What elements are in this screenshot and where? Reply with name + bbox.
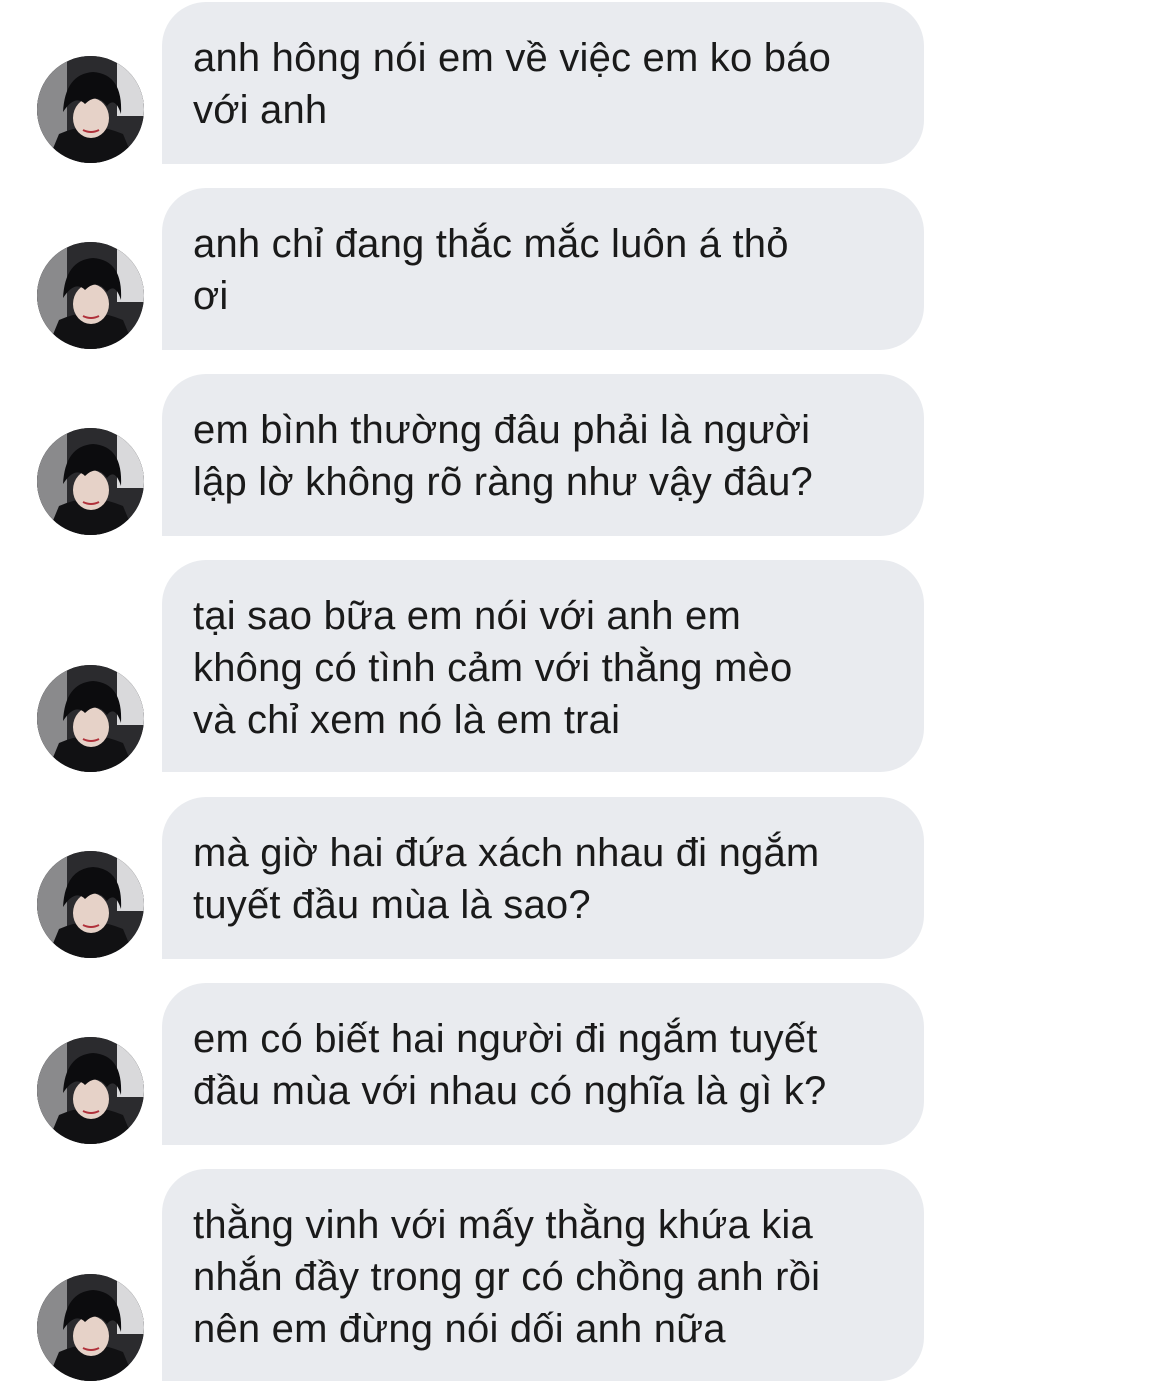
profile-photo-icon[interactable] (37, 56, 144, 163)
message-text: thằng vinh với mấy thằng khứa kia (193, 1203, 813, 1247)
profile-photo-icon[interactable] (37, 242, 144, 349)
message-text: anh hông nói em về việc em ko báo (193, 36, 832, 80)
profile-photo-icon[interactable] (37, 851, 144, 958)
message-bubble[interactable]: tại sao bữa em nói với anh em không có t… (162, 560, 924, 772)
message-bubble[interactable]: anh chỉ đang thắc mắc luôn á thỏ ơi (162, 188, 924, 350)
message-text: và chỉ xem nó là em trai (193, 698, 621, 742)
message-bubble[interactable]: anh hông nói em về việc em ko báo với an… (162, 2, 924, 164)
message-text: đầu mùa với nhau có nghĩa là gì k? (193, 1069, 827, 1113)
message-text: em có biết hai người đi ngắm tuyết (193, 1017, 818, 1061)
message-bubble[interactable]: thằng vinh với mấy thằng khứa kia nhắn đ… (162, 1169, 924, 1381)
message-text: mà giờ hai đứa xách nhau đi ngắm (193, 831, 820, 875)
message-text: em bình thường đâu phải là người (193, 408, 811, 452)
profile-photo-icon[interactable] (37, 665, 144, 772)
message-bubble[interactable]: em có biết hai người đi ngắm tuyết đầu m… (162, 983, 924, 1145)
message-text: tuyết đầu mùa là sao? (193, 883, 591, 927)
message-text: anh chỉ đang thắc mắc luôn á thỏ (193, 222, 789, 266)
message-text: nên em đừng nói dối anh nữa (193, 1307, 726, 1351)
message-text: lập lờ không rõ ràng như vậy đâu? (193, 460, 813, 504)
message-text: tại sao bữa em nói với anh em (193, 594, 741, 638)
profile-photo-icon[interactable] (37, 1274, 144, 1381)
profile-photo-icon[interactable] (37, 428, 144, 535)
message-text: ơi (193, 274, 229, 318)
profile-photo-icon[interactable] (37, 1037, 144, 1144)
message-text: không có tình cảm với thằng mèo (193, 646, 793, 690)
message-text: với anh (193, 88, 328, 132)
message-text: nhắn đầy trong gr có chồng anh rồi (193, 1255, 821, 1299)
message-bubble[interactable]: em bình thường đâu phải là người lập lờ … (162, 374, 924, 536)
message-bubble[interactable]: mà giờ hai đứa xách nhau đi ngắm tuyết đ… (162, 797, 924, 959)
